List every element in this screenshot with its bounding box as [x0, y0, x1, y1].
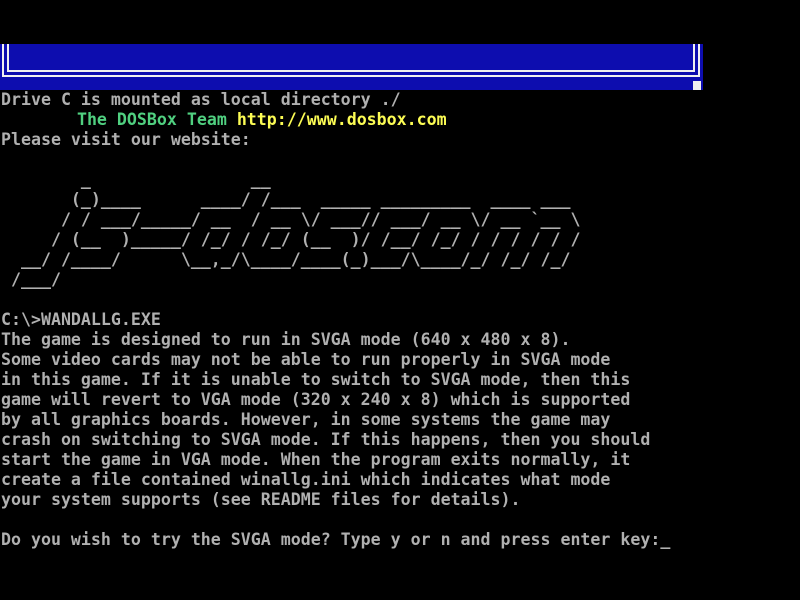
ascii-art-line: (_)____ ____/ /___ _____ _________ ____ … — [1, 190, 670, 210]
ascii-art-line: / (__ )_____/ /_/ / /_/ (__ )/ /__/ /_/ … — [1, 230, 670, 250]
ascii-art-line: __/ /____/ \__,_/\____/____(_)___/\____/… — [1, 250, 670, 270]
game-info-line: create a file contained winallg.ini whic… — [1, 470, 670, 490]
blank-line — [1, 290, 670, 310]
game-info-line: in this game. If it is unable to switch … — [1, 370, 670, 390]
game-info-line: your system supports (see README files f… — [1, 490, 670, 510]
ascii-art-line: _ __ — [1, 170, 670, 190]
ascii-art-line: / / ___/_____/ __ / __ \/ ___// ___/ __ … — [1, 210, 670, 230]
console-output: Drive C is mounted as local directory ./… — [1, 90, 670, 550]
website-invite-line: Please visit our website: — [1, 130, 670, 150]
game-info-line: The game is designed to run in SVGA mode… — [1, 330, 670, 350]
game-info-line: start the game in VGA mode. When the pro… — [1, 450, 670, 470]
blank-line — [1, 510, 670, 530]
ascii-art-line: /___/ — [1, 270, 670, 290]
game-info-line: game will revert to VGA mode (320 x 240 … — [1, 390, 670, 410]
command-line: C:\>WANDALLG.EXE — [1, 310, 670, 330]
game-info-line: crash on switching to SVGA mode. If this… — [1, 430, 670, 450]
text-cursor: _ — [660, 530, 670, 549]
mount-status-line: Drive C is mounted as local directory ./ — [1, 90, 670, 110]
blank-line — [1, 110, 670, 130]
svga-question-text: Do you wish to try the SVGA mode? Type y… — [1, 530, 660, 549]
blank-line — [1, 150, 670, 170]
dosbox-screen[interactable]: The DOSBox Team http://www.dosbox.com Dr… — [0, 0, 800, 600]
welcome-banner-corner — [693, 81, 701, 90]
welcome-banner-border — [2, 44, 700, 77]
game-info-line: by all graphics boards. However, in some… — [1, 410, 670, 430]
svga-prompt-line[interactable]: Do you wish to try the SVGA mode? Type y… — [1, 530, 670, 550]
game-info-line: Some video cards may not be able to run … — [1, 350, 670, 370]
